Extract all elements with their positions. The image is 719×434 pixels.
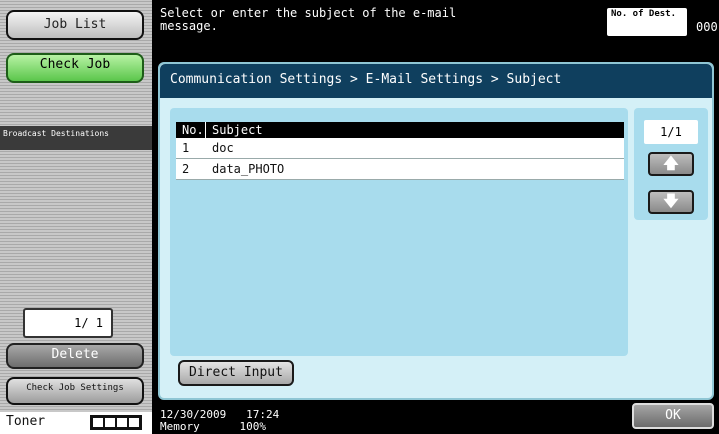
job-list-button[interactable]: Job List <box>6 10 144 40</box>
toner-segment <box>105 418 115 427</box>
broadcast-destinations-label: Broadcast Destinations <box>0 126 152 150</box>
ok-button[interactable]: OK <box>632 403 714 429</box>
row-number: 2 <box>182 162 190 176</box>
scroll-panel: 1/1 🡅 🡇 <box>634 108 708 220</box>
column-header-subject: Subject <box>212 123 263 137</box>
left-panel: Job List Check Job Broadcast Destination… <box>0 0 152 434</box>
destination-count-box: No. of Dest. <box>607 8 687 36</box>
toner-gauge <box>90 415 142 430</box>
list-page-indicator: 1/1 <box>644 120 698 144</box>
settings-window: Communication Settings > E-Mail Settings… <box>158 62 714 400</box>
row-subject: data_PHOTO <box>212 162 285 176</box>
destination-count: 000 <box>696 20 718 34</box>
row-number: 1 <box>182 141 190 155</box>
status-bar: 12/30/2009 17:24 Memory 100% OK <box>152 401 719 434</box>
table-row[interactable]: 2 data_PHOTO <box>176 159 624 180</box>
delete-button[interactable]: Delete <box>6 343 144 369</box>
toner-segment <box>93 418 103 427</box>
column-header-no: No. <box>176 122 206 138</box>
arrow-down-icon: 🡇 <box>663 192 679 210</box>
check-job-settings-button[interactable]: Check Job Settings <box>6 377 144 405</box>
breadcrumb: Communication Settings > E-Mail Settings… <box>170 72 562 87</box>
message-bar: Select or enter the subject of the e-mai… <box>152 0 719 52</box>
toner-segment <box>129 418 139 427</box>
scroll-up-button[interactable]: 🡅 <box>648 152 694 176</box>
page-indicator: 1/ 1 <box>23 308 113 338</box>
direct-input-button[interactable]: Direct Input <box>178 360 294 386</box>
title-bar: Communication Settings > E-Mail Settings… <box>160 64 712 98</box>
table-header: No. Subject <box>176 122 624 138</box>
instruction-message: Select or enter the subject of the e-mai… <box>160 6 457 33</box>
main-area: Communication Settings > E-Mail Settings… <box>152 52 719 401</box>
scroll-down-button[interactable]: 🡇 <box>648 190 694 214</box>
row-subject: doc <box>212 141 234 155</box>
check-job-button[interactable]: Check Job <box>6 53 144 83</box>
toner-status: Toner <box>0 412 152 434</box>
memory-status: Memory 100% <box>160 420 266 433</box>
destination-count-label: No. of Dest. <box>611 9 677 19</box>
table-row[interactable]: 1 doc <box>176 138 624 159</box>
toner-label: Toner <box>6 414 46 429</box>
subject-table: No. Subject 1 doc 2 data_PHOTO <box>176 122 624 180</box>
toner-segment <box>117 418 127 427</box>
arrow-up-icon: 🡅 <box>663 154 679 172</box>
